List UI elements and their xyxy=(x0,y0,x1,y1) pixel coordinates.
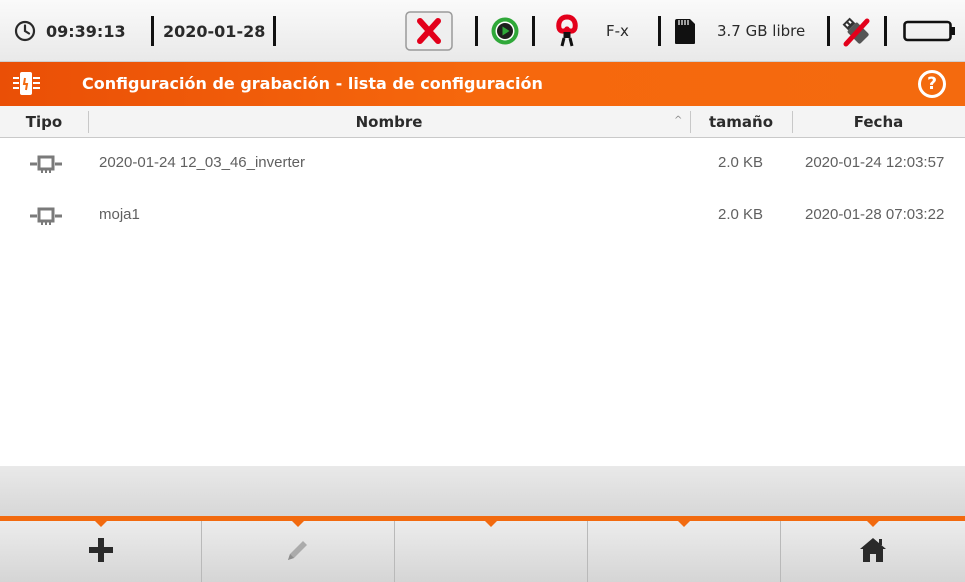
home-button[interactable] xyxy=(781,520,965,582)
status-divider xyxy=(884,16,887,46)
clamp-type-label: F-x xyxy=(606,22,629,40)
status-divider xyxy=(475,16,478,46)
status-divider xyxy=(273,16,276,46)
usb-disconnected-icon xyxy=(840,0,872,62)
row-size: 2.0 KB xyxy=(718,206,764,223)
column-header-name[interactable]: Nombre xyxy=(88,106,690,138)
add-button[interactable] xyxy=(0,520,202,582)
table-header: Tipo Nombre tamaño Fecha xyxy=(0,106,965,138)
sort-ascending-icon: ^ xyxy=(674,115,683,126)
status-divider xyxy=(827,16,830,46)
toolbar-slot-3-button[interactable] xyxy=(395,520,588,582)
recording-play-icon xyxy=(490,0,520,62)
toolbar-notch xyxy=(291,520,305,527)
recording-configuration-icon xyxy=(12,69,42,99)
edit-button[interactable] xyxy=(202,520,395,582)
toolbar-notch xyxy=(866,520,880,527)
add-icon xyxy=(86,535,116,569)
toolbar-notch xyxy=(93,520,108,527)
table-row[interactable]: 2020-01-24 12_03_46_inverter 2.0 KB 2020… xyxy=(0,138,965,188)
toolbar-notch xyxy=(484,520,498,527)
configuration-list: 2020-01-24 12_03_46_inverter 2.0 KB 2020… xyxy=(0,138,965,466)
row-size: 2.0 KB xyxy=(718,154,764,171)
row-date: 2020-01-28 07:03:22 xyxy=(805,206,945,223)
status-divider xyxy=(151,16,154,46)
table-row[interactable]: moja1 2.0 KB 2020-01-28 07:03:22 xyxy=(0,190,965,240)
column-header-type[interactable]: Tipo xyxy=(0,106,88,138)
column-header-size[interactable]: tamaño xyxy=(690,106,792,138)
error-indicator-button[interactable] xyxy=(405,0,453,62)
bottom-toolbar xyxy=(0,516,965,582)
home-icon xyxy=(859,537,887,567)
edit-icon xyxy=(284,536,312,568)
status-date: 2020-01-28 xyxy=(163,21,266,41)
page-title: Configuración de grabación - lista de co… xyxy=(82,74,543,93)
toolbar-slot-4-button[interactable] xyxy=(588,520,781,582)
clock-icon xyxy=(14,0,36,62)
storage-free-label: 3.7 GB libre xyxy=(717,22,806,40)
row-name: 2020-01-24 12_03_46_inverter xyxy=(99,154,305,171)
help-button[interactable]: ? xyxy=(918,70,946,98)
info-strip xyxy=(0,466,965,516)
configuration-file-icon xyxy=(28,155,64,175)
sd-card-icon xyxy=(673,0,697,62)
toolbar-notch xyxy=(677,520,691,527)
column-header-date[interactable]: Fecha xyxy=(792,106,965,138)
clamp-icon xyxy=(555,0,579,62)
status-divider xyxy=(532,16,535,46)
row-name: moja1 xyxy=(99,206,140,223)
configuration-file-icon xyxy=(28,207,64,227)
row-date: 2020-01-24 12:03:57 xyxy=(805,154,945,171)
status-time: 09:39:13 xyxy=(46,21,126,41)
status-divider xyxy=(658,16,661,46)
title-bar: Configuración de grabación - lista de co… xyxy=(0,62,965,106)
status-bar: 09:39:13 2020-01-28 F-x 3.7 GB libre xyxy=(0,0,965,62)
battery-icon xyxy=(903,0,957,62)
